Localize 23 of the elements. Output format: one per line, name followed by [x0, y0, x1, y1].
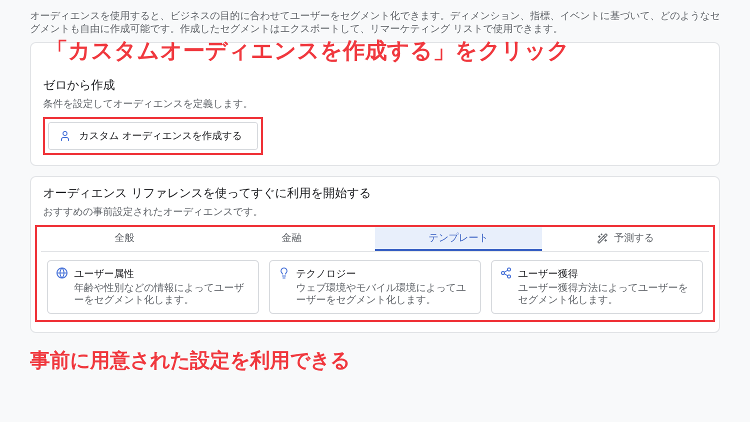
page-description: オーディエンスを使用すると、ビジネスの目的に合わせてユーザーをセグメント化できます。ディメンション、指標、イベントに基づいて、どのようなセグメントも自由に作成可能です。作成したセグメントはエクスポートして、リマーケティング リストで使用できます。 [30, 10, 720, 36]
template-title: ユーザー属性 [74, 268, 135, 281]
share-icon [500, 267, 512, 279]
template-description: ウェブ環境やモバイル環境によってユーザーをセグメント化します。 [296, 283, 467, 307]
template-card[interactable]: ユーザー獲得 ユーザー獲得方法によってユーザーをセグメント化します。 [491, 260, 703, 314]
card-subtitle: 条件を設定してオーディエンスを定義します。 [43, 98, 254, 111]
tab[interactable]: テンプレート [375, 227, 542, 251]
card-title: オーディエンス リファレンスを使ってすぐに利用を開始する [43, 185, 372, 202]
lightbulb-icon [278, 267, 290, 279]
template-title: ユーザー獲得 [518, 268, 579, 281]
template-description: ユーザー獲得方法によってユーザーをセグメント化します。 [518, 283, 689, 307]
template-title: テクノロジー [296, 268, 357, 281]
annotation-text: 事前に用意された設定を利用できる [30, 347, 351, 374]
card-title: ゼロから作成 [43, 77, 116, 94]
template-description: 年齢や性別などの情報によってユーザーをセグメント化します。 [74, 283, 245, 307]
globe-icon [56, 267, 68, 279]
card-subtitle: おすすめの事前設定されたオーディエンスです。 [43, 206, 264, 219]
create-custom-audience-button[interactable]: カスタム オーディエンスを作成する [48, 122, 258, 150]
magic-wand-icon [597, 232, 608, 244]
template-card[interactable]: ユーザー属性 年齢や性別などの情報によってユーザーをセグメント化します。 [47, 260, 259, 314]
person-icon [59, 130, 71, 142]
annotation-text: 「カスタムオーディエンスを作成する」をクリック [46, 38, 570, 66]
template-card[interactable]: テクノロジー ウェブ環境やモバイル環境によってユーザーをセグメント化します。 [269, 260, 481, 314]
